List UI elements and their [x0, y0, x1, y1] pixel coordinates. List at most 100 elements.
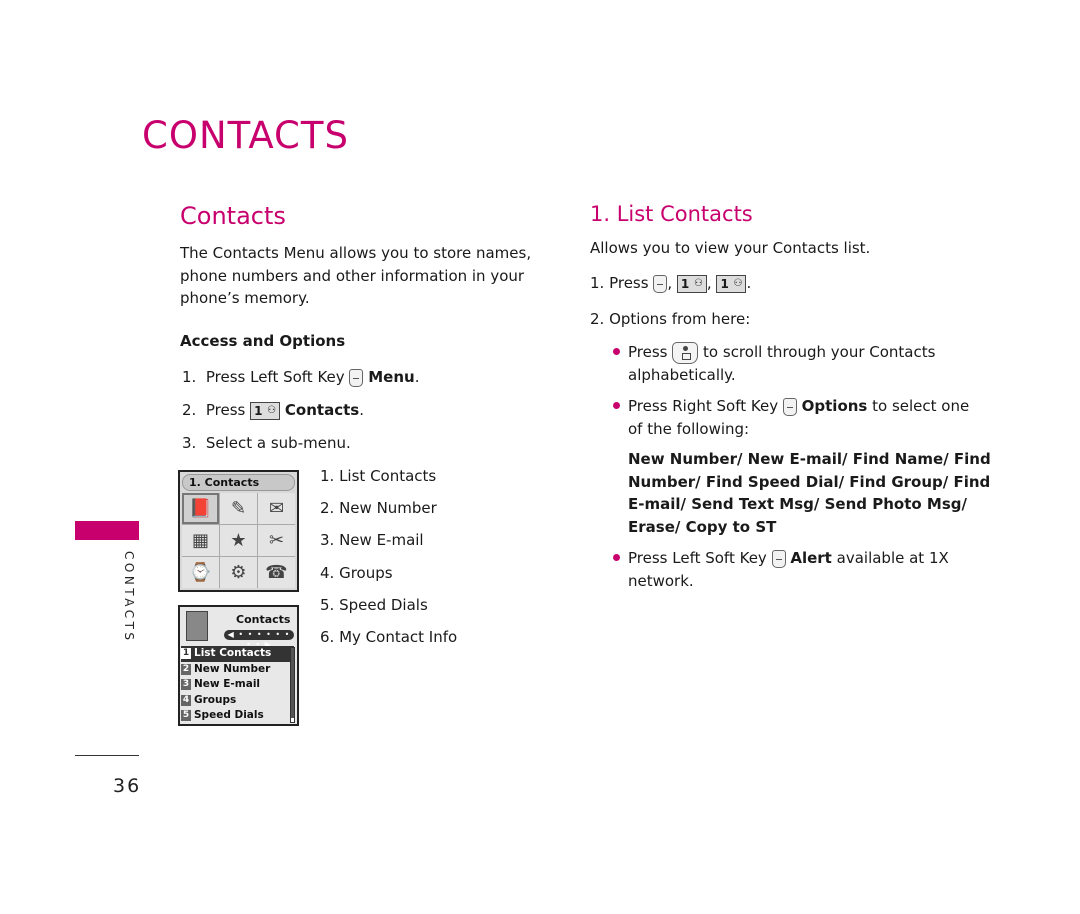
item-label: New Number — [194, 662, 271, 675]
bullet-icon — [613, 402, 620, 409]
bullet-icon — [613, 348, 620, 355]
notepad-icon: ✎ — [220, 493, 257, 524]
bullet-text: alphabetically. — [628, 365, 736, 384]
one-key-icon: 1 — [716, 274, 747, 293]
messages-icon: ✉ — [258, 493, 295, 524]
submenu-item: 5. Speed Dials — [320, 596, 428, 614]
bullet-text: to select one — [872, 397, 970, 415]
step-number: 3. — [182, 434, 197, 452]
separator: , — [706, 274, 712, 292]
separator: , — [667, 274, 673, 292]
step-end: . — [359, 401, 364, 419]
tools-icon: ✂ — [258, 525, 295, 556]
bullet-scroll: Press to scroll through your Contacts al… — [628, 341, 968, 386]
star-icon: ★ — [220, 525, 257, 556]
right-soft-key-icon — [782, 397, 797, 416]
side-chapter-label: CONTACTS — [122, 551, 136, 644]
step-text: Press — [205, 401, 246, 419]
contacts-book-icon: 📕 — [182, 493, 219, 524]
settings-icon: ⚙ — [220, 557, 257, 588]
bullet-text: Press Left Soft Key — [628, 549, 767, 567]
submenu-item: 6. My Contact Info — [320, 628, 458, 646]
left-soft-key-icon — [653, 274, 668, 293]
section-title: Contacts — [180, 202, 286, 230]
left-soft-key-icon — [771, 549, 786, 568]
chapter-tab-marker — [75, 521, 139, 540]
phone-screen-contacts-menu: Contacts ◀ • • • • • • • • ▶ 1 List Conta… — [178, 605, 299, 726]
chapter-title: CONTACTS — [142, 114, 349, 157]
bullet-text: of the following: — [628, 419, 750, 438]
subsection-title: 1. List Contacts — [590, 202, 753, 226]
step-bold: Menu — [368, 368, 415, 386]
options-line: E-mail/ Send Text Msg/ Send Photo Msg/ — [628, 495, 967, 513]
one-key-icon: 1 — [676, 274, 707, 293]
phone-icon: ☎ — [258, 557, 295, 588]
separator: . — [746, 274, 752, 292]
bullet-bold: Alert — [790, 549, 832, 567]
bullet-text: network. — [628, 571, 694, 590]
bullet-text: available at 1X — [836, 549, 949, 567]
navigation-key-icon — [672, 341, 699, 364]
step-text: Press Left Soft Key — [205, 368, 345, 386]
screen-menu-item: 3 New E-mail — [181, 677, 294, 693]
menu-icon-grid: 📕 ✎ ✉ ▦ ★ ✂ ⌚ ⚙ ☎ — [182, 493, 295, 588]
screen-menu-item: 4 Groups — [181, 693, 294, 709]
intro-paragraph: The Contacts Menu allows you to store na… — [180, 242, 531, 310]
item-number: 4 — [181, 694, 191, 706]
bullet-options: Press Right Soft Key Options to select o… — [628, 395, 970, 440]
page-scroller: ◀ • • • • • • • • ▶ — [224, 630, 294, 649]
step-1: 1. Press Left Soft Key Menu. — [182, 366, 419, 389]
step-2: 2. Press 1 Contacts. — [182, 399, 364, 422]
step-3: 3. Select a sub-menu. — [182, 432, 351, 455]
intro-line: phone’s memory. — [180, 289, 310, 307]
bullet-text: Press Right Soft Key — [628, 397, 779, 415]
screen-title: Contacts — [236, 613, 291, 626]
screen-scrollbar — [290, 647, 295, 723]
item-label: Speed Dials — [194, 709, 264, 721]
scrollbar-thumb — [291, 648, 294, 718]
left-soft-key-icon — [349, 368, 364, 387]
list-intro: Allows you to view your Contacts list. — [590, 239, 871, 257]
bullet-bold: Options — [801, 397, 868, 415]
screen-header: 1. Contacts — [182, 474, 295, 491]
options-line: Erase/ Copy to ST — [628, 517, 777, 536]
submenu-item: 1. List Contacts — [320, 467, 437, 485]
bullet-alert: Press Left Soft Key Alert available at 1… — [628, 547, 968, 592]
step-end: . — [414, 368, 420, 386]
intro-line: phone numbers and other information in y… — [180, 266, 525, 285]
step-number: 2. — [182, 401, 197, 419]
right-step-2: 2. Options from here: — [590, 310, 751, 328]
step-number: 1. — [182, 368, 197, 386]
item-number: 3 — [181, 679, 191, 691]
options-list: New Number/ New E-mail/ Find Name/ Find … — [628, 448, 991, 538]
step-bold: Contacts — [284, 401, 360, 419]
screen-menu-item: 1 List Contacts — [181, 646, 294, 662]
options-line: New Number/ New E-mail/ Find Name/ Find — [628, 450, 991, 468]
intro-line: The Contacts Menu allows you to store na… — [180, 244, 532, 262]
item-number: 2 — [181, 663, 191, 675]
screen-menu-list: 1 List Contacts 2 New Number 3 New E-mail 4… — [181, 646, 294, 724]
step-text: 1. Press — [590, 274, 649, 292]
item-number: 1 — [181, 648, 191, 660]
item-label: New E-mail — [194, 678, 261, 690]
calendar-icon: ▦ — [182, 525, 219, 556]
briefcase-icon: ⌚ — [182, 557, 219, 588]
phone-screen-main-menu: 1. Contacts 📕 ✎ ✉ ▦ ★ ✂ ⌚ ⚙ ☎ — [178, 470, 299, 592]
submenu-item: 4. Groups — [320, 564, 393, 582]
step-text: Select a sub-menu. — [205, 434, 351, 452]
item-label: List Contacts — [194, 647, 272, 659]
options-line: Number/ Find Speed Dial/ Find Group/ Fin… — [628, 472, 991, 491]
bullet-text: to scroll through your Contacts — [703, 343, 936, 361]
submenu-item: 3. New E-mail — [320, 531, 424, 549]
item-label: Groups — [194, 693, 237, 706]
one-key-icon: 1 — [250, 401, 281, 420]
right-step-1: 1. Press , 1, 1. — [590, 272, 751, 295]
screen-menu-item: 5 Speed Dials — [181, 708, 294, 724]
footer-rule — [75, 755, 139, 756]
access-heading: Access and Options — [180, 332, 346, 350]
bullet-text: Press — [628, 343, 668, 361]
submenu-item: 2. New Number — [320, 499, 437, 517]
page-number: 36 — [113, 775, 142, 797]
contacts-book-icon — [186, 611, 208, 641]
screen-menu-item: 2 New Number — [181, 662, 294, 678]
